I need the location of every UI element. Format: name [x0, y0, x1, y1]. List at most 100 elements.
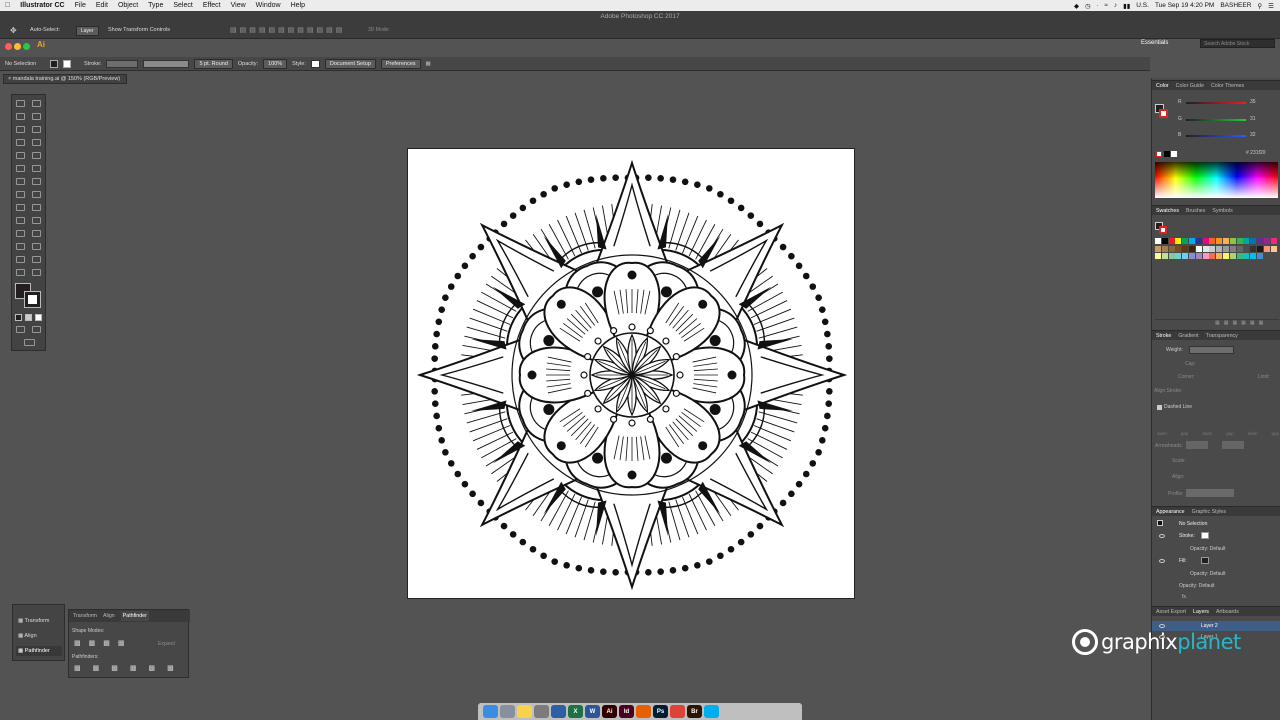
color-swatch[interactable] — [1223, 253, 1229, 259]
zoom-tool-icon[interactable] — [32, 269, 41, 276]
volume-icon[interactable]: ♪ — [1114, 2, 1117, 9]
auto-select-label[interactable]: Auto-Select: — [30, 27, 60, 33]
color-swatch[interactable] — [1195, 245, 1202, 252]
appearance-stroke-label[interactable]: Stroke: — [1179, 533, 1195, 539]
b-value[interactable]: 32 — [1250, 132, 1256, 138]
tab-pathfinder[interactable]: Pathfinder — [120, 611, 149, 621]
fill-visibility-icon[interactable] — [1159, 559, 1165, 563]
color-swatch[interactable] — [1243, 253, 1250, 259]
appearance-fill-label[interactable]: Fill: — [1179, 558, 1187, 564]
b-slider[interactable] — [1186, 135, 1246, 137]
dock-chrome-icon[interactable] — [670, 705, 685, 718]
color-swatch[interactable] — [1257, 253, 1263, 259]
mesh-tool-icon[interactable] — [16, 217, 25, 224]
variable-width-profile[interactable] — [143, 59, 190, 68]
color-swatch[interactable] — [1223, 245, 1229, 252]
arrange-documents-icon[interactable]: ▦ — [426, 61, 431, 67]
stock-search-input[interactable]: Search Adobe Stock — [1200, 39, 1275, 48]
tab-graphic-styles[interactable]: Graphic Styles — [1192, 509, 1226, 515]
tab-swatches[interactable]: Swatches — [1156, 208, 1179, 214]
color-swatch[interactable] — [1250, 253, 1257, 259]
color-swatch[interactable] — [1209, 253, 1216, 259]
color-swatch[interactable] — [1223, 238, 1229, 244]
swatch-grid[interactable] — [1155, 238, 1279, 278]
hand-tool-icon[interactable] — [16, 269, 25, 276]
g-value[interactable]: 31 — [1250, 116, 1256, 122]
shape-mode-buttons[interactable]: ▩▩▩▩ — [74, 639, 154, 647]
dock-excel-icon[interactable]: X — [568, 705, 583, 718]
tab-artboards[interactable]: Artboards — [1216, 609, 1239, 615]
white-color-icon[interactable] — [1171, 151, 1177, 157]
apple-menu-icon[interactable]:  — [0, 2, 15, 9]
free-transform-tool-icon[interactable] — [32, 191, 41, 198]
lasso-tool-icon[interactable] — [32, 113, 41, 120]
color-swatch[interactable] — [1195, 238, 1202, 244]
color-swatch[interactable] — [1161, 245, 1168, 252]
gradient-mode-icon[interactable] — [25, 314, 32, 321]
dock-box-icon[interactable] — [551, 705, 566, 718]
menubar-user[interactable]: BASHEER — [1220, 2, 1251, 9]
tab-gradient[interactable]: Gradient — [1178, 333, 1198, 339]
color-swatch[interactable] — [1175, 253, 1182, 259]
stack-transform[interactable]: ▦ Transform — [18, 618, 50, 624]
auto-select-dropdown[interactable]: Layer — [76, 26, 99, 36]
color-mode-icon[interactable] — [15, 314, 22, 321]
tab-transform[interactable]: Transform — [73, 613, 97, 619]
pen-tool-icon[interactable] — [16, 126, 25, 133]
app-menu[interactable]: Illustrator CC — [15, 2, 69, 9]
color-swatch[interactable] — [1229, 245, 1236, 252]
brush-definition-dropdown[interactable]: 5 pt. Round — [194, 58, 233, 69]
type-tool-icon[interactable] — [16, 139, 25, 146]
workspace-switcher[interactable]: Essentials — [1141, 40, 1168, 46]
graphic-style-swatch[interactable] — [310, 59, 320, 68]
color-swatch[interactable] — [1168, 253, 1175, 259]
color-swatch[interactable] — [1209, 245, 1216, 252]
magic-wand-tool-icon[interactable] — [16, 113, 25, 120]
color-swatch[interactable] — [1161, 253, 1168, 259]
dock-system-preferences-icon[interactable] — [534, 705, 549, 718]
preferences-button[interactable]: Preferences — [380, 58, 421, 69]
color-swatch[interactable] — [1168, 245, 1175, 252]
minimize-window-button[interactable] — [14, 43, 21, 50]
menubar-clock[interactable]: Tue Sep 19 4:20 PM — [1155, 2, 1214, 9]
screen-mode-icon[interactable] — [24, 339, 35, 346]
close-window-button[interactable] — [5, 43, 12, 50]
eraser-tool-icon[interactable] — [32, 165, 41, 172]
color-swatch[interactable] — [1168, 238, 1175, 244]
expand-button[interactable]: Expand — [158, 641, 175, 647]
direct-selection-tool-icon[interactable] — [32, 100, 41, 107]
tab-color[interactable]: Color — [1156, 83, 1169, 89]
stroke-visibility-icon[interactable] — [1159, 534, 1165, 538]
tab-appearance[interactable]: Appearance — [1156, 509, 1185, 515]
color-swatch[interactable] — [1182, 253, 1189, 259]
opacity-field[interactable]: 100% — [263, 58, 288, 69]
dock-illustrator-icon[interactable]: Ai — [602, 705, 617, 718]
swatch-panel-footer-icons[interactable]: ▦▦▦▦▦▦ — [1155, 319, 1279, 326]
none-color-icon[interactable] — [1156, 151, 1162, 157]
rotate-tool-icon[interactable] — [16, 178, 25, 185]
color-swatch[interactable] — [1216, 253, 1223, 259]
dock-photoshop-icon[interactable]: Ps — [653, 705, 668, 718]
tab-asset-export[interactable]: Asset Export — [1156, 609, 1186, 615]
symbol-sprayer-tool-icon[interactable] — [16, 243, 25, 250]
color-swatch[interactable] — [1182, 238, 1189, 244]
arrowhead-end-dropdown[interactable] — [1222, 441, 1244, 449]
menu-view[interactable]: View — [226, 2, 251, 9]
black-color-icon[interactable] — [1164, 151, 1170, 157]
fill-opacity-label[interactable]: Opacity: Default — [1190, 571, 1226, 577]
object-opacity-label[interactable]: Opacity: Default — [1179, 583, 1215, 589]
document-tab[interactable]: × mandala training.ai @ 150% (RGB/Previe… — [3, 74, 127, 84]
arrowhead-start-dropdown[interactable] — [1186, 441, 1208, 449]
stroke-color-swatch[interactable] — [63, 59, 71, 68]
color-swatch[interactable] — [1263, 245, 1270, 252]
color-swatch[interactable] — [1236, 238, 1243, 244]
stroke-weight-field[interactable] — [106, 59, 139, 68]
color-swatch[interactable] — [1257, 238, 1263, 244]
color-swatch[interactable] — [1236, 253, 1243, 259]
zoom-window-button[interactable] — [23, 43, 30, 50]
dashed-line-checkbox[interactable] — [1157, 405, 1162, 410]
color-swatch[interactable] — [1189, 238, 1195, 244]
tab-color-guide[interactable]: Color Guide — [1176, 83, 1204, 89]
curvature-tool-icon[interactable] — [32, 126, 41, 133]
profile-dropdown[interactable] — [1186, 489, 1234, 497]
